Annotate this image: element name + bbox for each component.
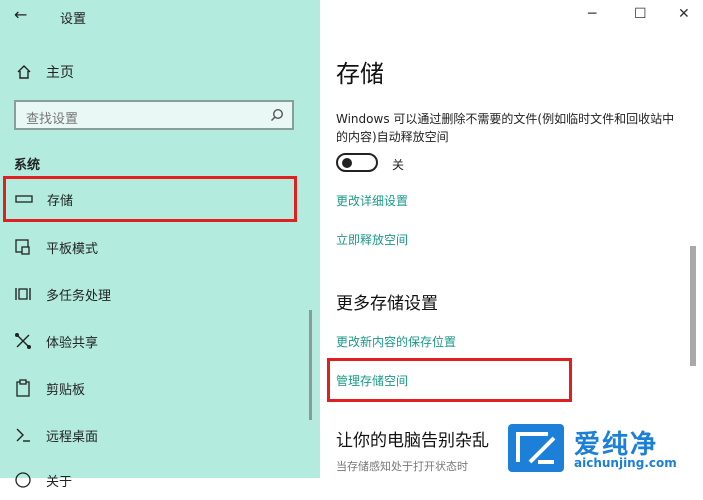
declutter-hint: 当存储感知处于打开状态时 [336, 460, 468, 473]
search-box[interactable]: 查找设置 [14, 100, 294, 130]
storage-icon [15, 190, 33, 208]
sidebar-item-label: 多任务处理 [46, 288, 112, 304]
sidebar-item-shared-experiences[interactable]: 体验共享 [14, 321, 298, 361]
watermark-logo-icon [508, 424, 564, 472]
home-icon [17, 65, 31, 79]
remote-desktop-icon [14, 426, 32, 444]
search-input[interactable]: 查找设置 [26, 108, 78, 127]
sidebar-item-multitasking[interactable]: 多任务处理 [14, 274, 298, 314]
change-details-link[interactable]: 更改详细设置 [336, 192, 408, 209]
manage-storage-spaces-link[interactable]: 管理存储空间 [336, 372, 408, 389]
watermark-url: aichunjing.com [574, 456, 677, 470]
more-storage-heading: 更多存储设置 [336, 294, 438, 314]
multitasking-icon [14, 285, 32, 303]
storage-sense-description: Windows 可以通过删除不需要的文件(例如临时文件和回收站中的内容)自动释放… [336, 112, 675, 144]
sidebar-item-label: 存储 [47, 193, 74, 209]
back-arrow-icon[interactable]: ← [14, 5, 27, 24]
sidebar-item-label: 平板模式 [46, 241, 99, 257]
sidebar-scrollbar[interactable] [309, 310, 312, 420]
sidebar-item-clipboard[interactable]: 剪贴板 [14, 368, 298, 408]
toggle-knob [342, 158, 352, 168]
clipboard-icon [14, 379, 32, 397]
close-button[interactable]: ✕ [678, 6, 690, 22]
home-label: 主页 [46, 65, 74, 81]
free-space-now-link[interactable]: 立即释放空间 [336, 231, 408, 248]
minimize-button[interactable]: ─ [588, 6, 596, 22]
settings-sidebar: ← 设置 主页 查找设置 系统 存储 平板模式 多任务处理 体验共享 剪贴板 远… [0, 0, 320, 490]
window-title: 设置 [60, 12, 87, 27]
section-title: 系统 [14, 158, 41, 173]
scrollbar-thumb[interactable] [690, 246, 696, 366]
toggle-state-label: 关 [392, 158, 405, 172]
tablet-mode-icon [14, 238, 32, 256]
storage-page: ─ ☐ ✕ 存储 Windows 可以通过删除不需要的文件(例如临时文件和回收站… [320, 0, 703, 478]
sidebar-item-label: 体验共享 [46, 335, 99, 351]
maximize-button[interactable]: ☐ [634, 6, 647, 22]
declutter-heading: 让你的电脑告别杂乱 [336, 431, 489, 451]
sidebar-item-label: 关于 [46, 474, 73, 490]
page-title: 存储 [336, 60, 384, 88]
sidebar-item-label: 远程桌面 [46, 429, 99, 445]
content-scrollbar[interactable] [690, 96, 696, 476]
shared-experiences-icon [14, 332, 32, 350]
search-icon[interactable] [270, 108, 284, 122]
watermark: 爱纯净 aichunjing.com [508, 422, 698, 474]
title-bar: ← 设置 [0, 0, 320, 34]
about-icon [14, 471, 32, 489]
home-nav-item[interactable]: 主页 [16, 62, 74, 82]
sidebar-item-label: 剪贴板 [46, 382, 86, 398]
sidebar-item-remote-desktop[interactable]: 远程桌面 [14, 415, 298, 455]
storage-sense-toggle[interactable] [336, 153, 378, 172]
change-save-location-link[interactable]: 更改新内容的保存位置 [336, 333, 456, 350]
sidebar-item-about[interactable]: 关于 [14, 460, 298, 500]
sidebar-item-tablet-mode[interactable]: 平板模式 [14, 227, 298, 267]
sidebar-item-storage[interactable]: 存储 [3, 176, 297, 222]
